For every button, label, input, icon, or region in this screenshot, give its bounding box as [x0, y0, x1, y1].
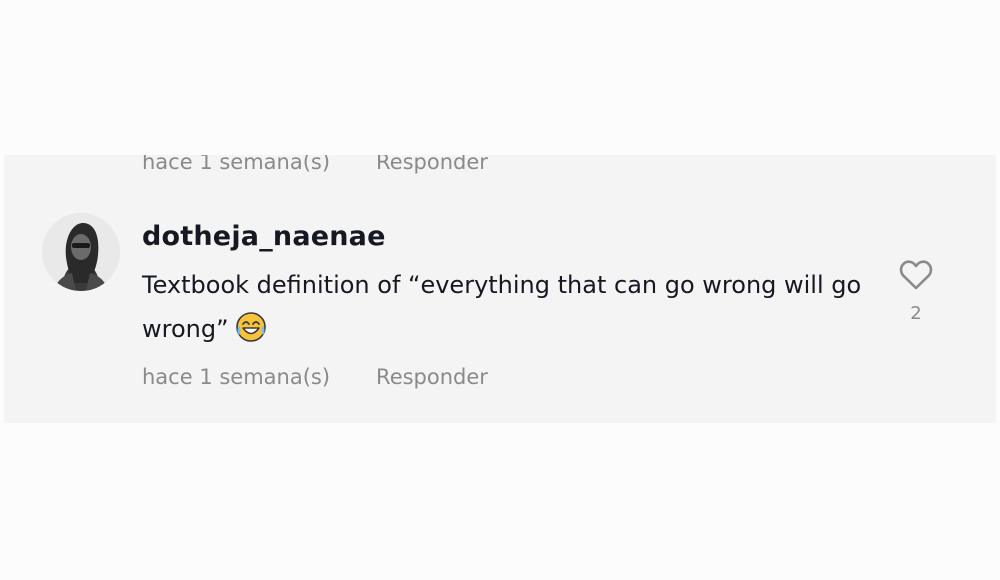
avatar[interactable] [42, 213, 120, 291]
reply-button[interactable]: Responder [376, 365, 488, 389]
like-button[interactable] [895, 255, 937, 295]
comment-panel: hace 1 semana(s) Responder dotheja_naena… [4, 155, 996, 423]
like-area: 2 [890, 255, 942, 324]
previous-comment-meta: hace 1 semana(s) Responder [142, 155, 488, 175]
face-with-tears-of-joy-icon [235, 312, 266, 342]
comment-text-block: Textbook definition of “everything that … [142, 263, 862, 351]
avatar-photo [42, 213, 120, 291]
previous-comment-timestamp: hace 1 semana(s) [142, 155, 331, 174]
comment-timestamp: hace 1 semana(s) [142, 365, 331, 389]
like-count: 2 [910, 303, 922, 324]
comment-username[interactable]: dotheja_naenae [142, 221, 386, 252]
comment-meta: hace 1 semana(s) Responder [142, 363, 488, 391]
previous-reply-button[interactable]: Responder [376, 155, 488, 174]
heart-outline-icon [899, 260, 933, 290]
